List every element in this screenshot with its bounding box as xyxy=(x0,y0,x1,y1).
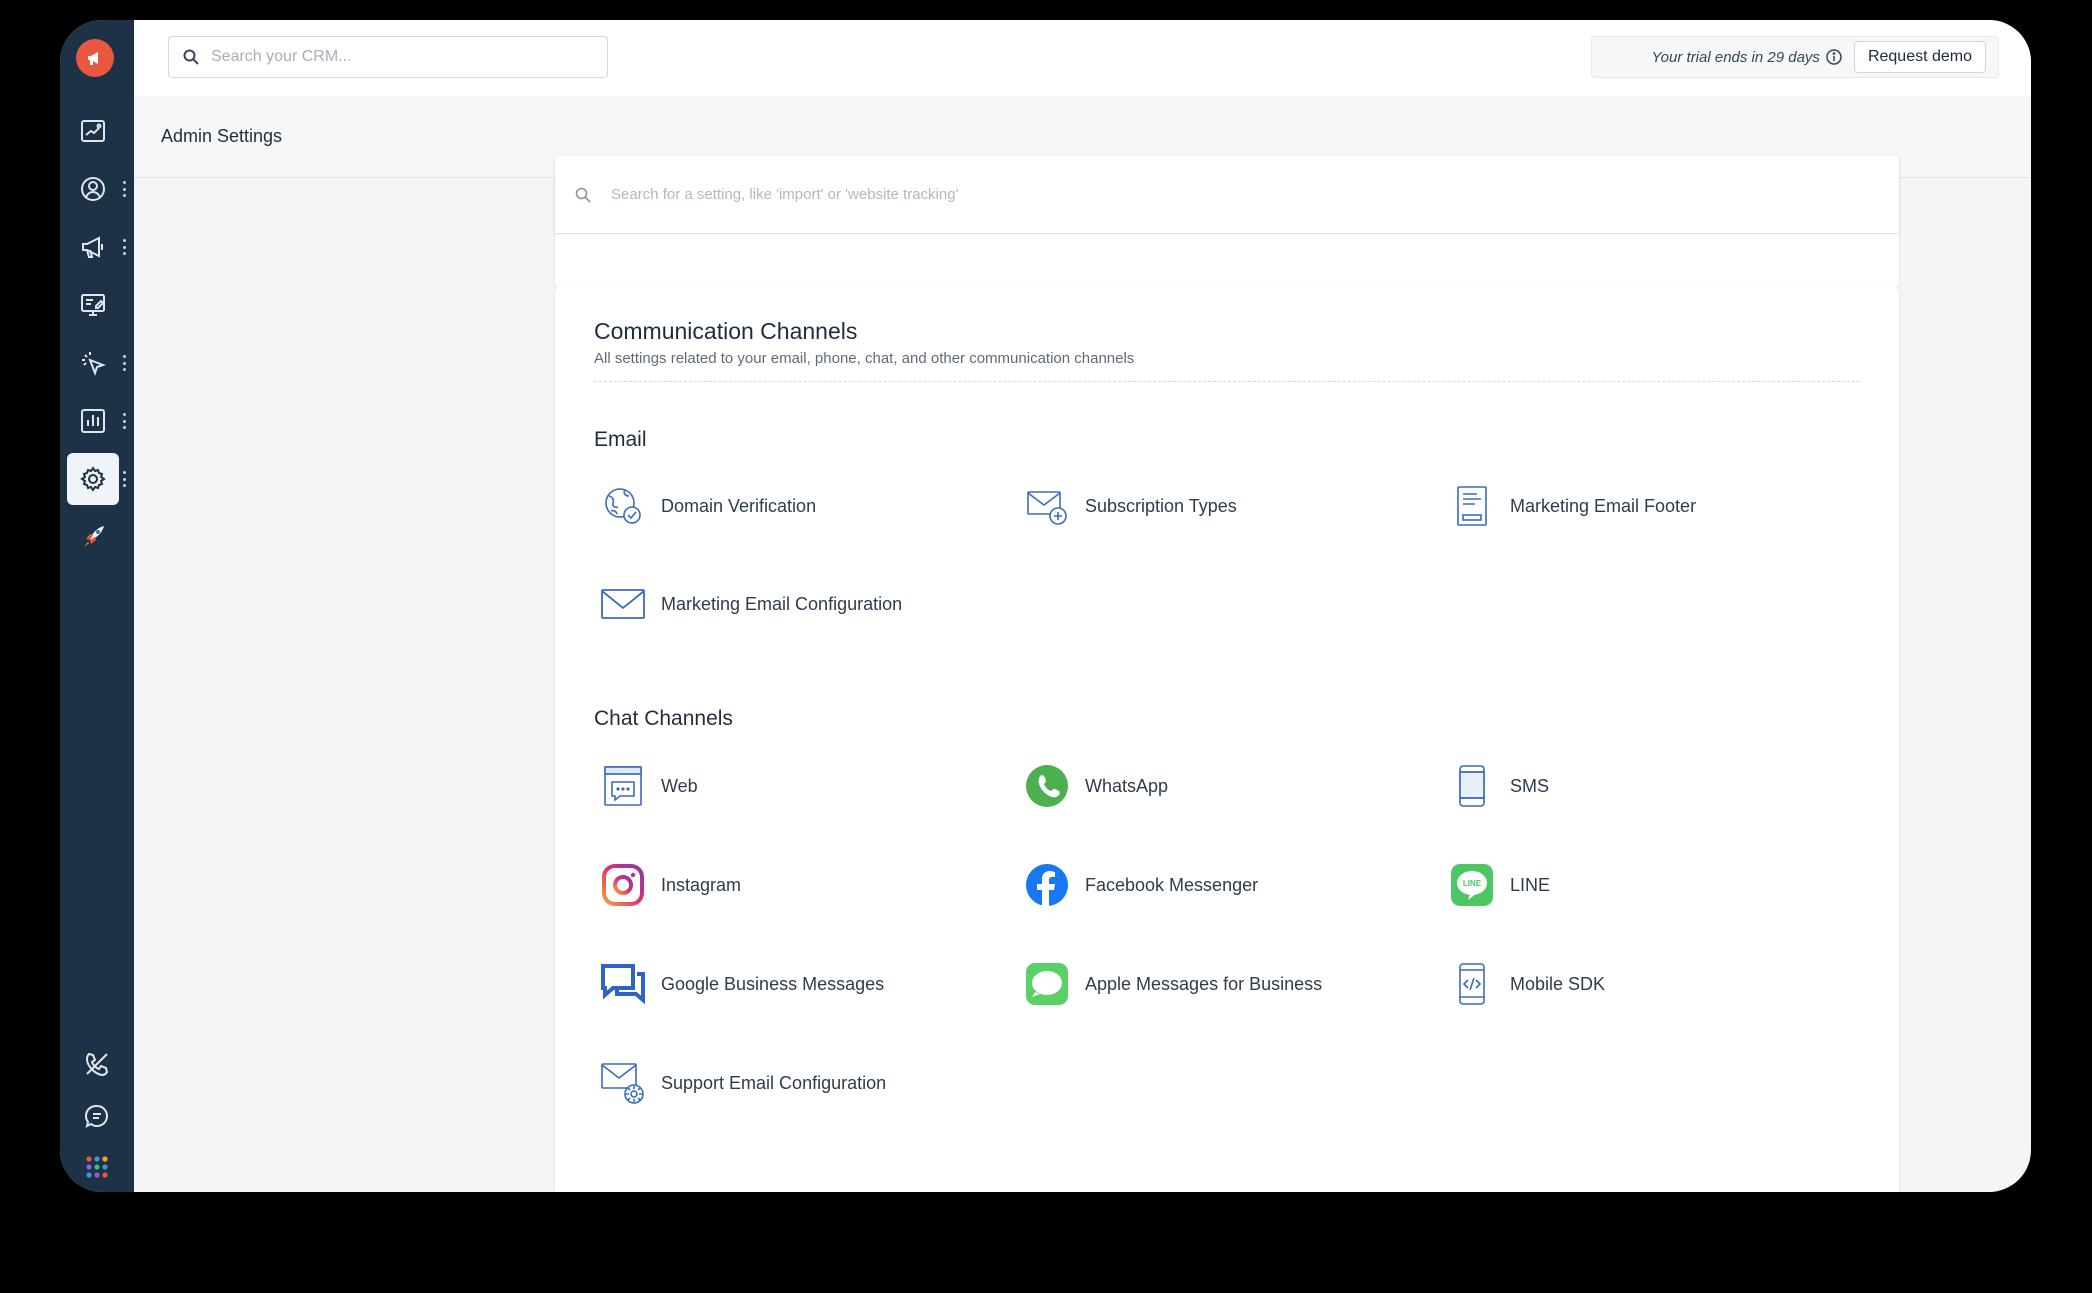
app-logo[interactable] xyxy=(76,39,114,77)
support-email-configuration-link[interactable]: Support Email Configuration xyxy=(599,1059,886,1107)
nav-settings[interactable] xyxy=(67,453,119,505)
app-window: Your trial ends in 29 days Request demo … xyxy=(60,20,2031,1192)
search-icon xyxy=(575,187,591,203)
nav-engagement[interactable] xyxy=(67,337,119,389)
reports-more-dots[interactable] xyxy=(122,413,126,429)
engagement-more-dots[interactable] xyxy=(122,355,126,371)
item-label: Support Email Configuration xyxy=(661,1072,887,1093)
line-badge-text: LINE xyxy=(1463,879,1482,888)
settings-search-panel xyxy=(555,156,1899,288)
crm-search-input[interactable] xyxy=(209,47,593,67)
web-chat-icon xyxy=(604,766,642,806)
nav-getting-started[interactable] xyxy=(67,511,119,563)
communication-channels-card: Communication Channels All settings rela… xyxy=(555,288,1899,1192)
line-icon: LINE xyxy=(1451,864,1493,906)
item-label: Domain Verification xyxy=(661,495,817,516)
trial-text: Your trial ends in 29 days xyxy=(1651,48,1820,66)
contacts-more-dots[interactable] xyxy=(122,181,126,197)
info-icon[interactable] xyxy=(1826,49,1842,65)
search-icon xyxy=(183,49,199,65)
sms-channel-link[interactable]: SMS xyxy=(1448,762,1549,810)
megaphone-icon xyxy=(82,236,103,258)
item-label: LINE xyxy=(1510,874,1551,895)
line-channel-link[interactable]: LINE LINE xyxy=(1448,861,1550,909)
marketing-email-footer-link[interactable]: Marketing Email Footer xyxy=(1448,482,1696,530)
monitor-edit-icon xyxy=(81,294,105,316)
item-label: Facebook Messenger xyxy=(1085,874,1259,895)
apple-messages-icon xyxy=(1026,963,1068,1005)
instagram-icon xyxy=(602,864,644,906)
settings-more-dots[interactable] xyxy=(122,471,126,487)
megaphone-logo-icon xyxy=(88,52,98,65)
chat-bubble-icon xyxy=(85,1104,108,1128)
subscription-types-icon xyxy=(1027,491,1067,525)
whatsapp-icon xyxy=(1026,765,1068,807)
domain-verification-icon xyxy=(605,488,641,524)
dashboard-icon xyxy=(81,120,105,142)
sidebar xyxy=(60,20,134,1192)
apps-grid-icon xyxy=(86,1156,108,1178)
contact-icon xyxy=(81,177,105,201)
phone-off-icon xyxy=(85,1052,109,1077)
nav-contacts[interactable] xyxy=(67,163,119,215)
web-channel-link[interactable]: Web xyxy=(599,762,698,810)
google-business-messages-icon xyxy=(601,964,645,1005)
nav-marketing[interactable] xyxy=(67,221,119,273)
email-heading: Email xyxy=(594,428,647,451)
instagram-channel-link[interactable]: Instagram xyxy=(599,861,741,909)
crm-search-box[interactable] xyxy=(168,36,608,78)
section-title: Communication Channels xyxy=(594,318,858,344)
sms-phone-icon xyxy=(1459,765,1485,807)
bar-chart-icon xyxy=(81,409,105,433)
settings-search-box[interactable] xyxy=(555,156,1899,234)
marketing-email-configuration-link[interactable]: Marketing Email Configuration xyxy=(599,580,902,628)
item-label: SMS xyxy=(1510,775,1550,796)
facebook-icon xyxy=(1026,864,1068,906)
rocket-icon xyxy=(84,526,104,547)
envelope-icon xyxy=(601,589,645,619)
nav-apps-grid[interactable] xyxy=(71,1141,123,1192)
mobile-sdk-link[interactable]: Mobile SDK xyxy=(1448,960,1605,1008)
subscription-types-link[interactable]: Subscription Types xyxy=(1023,482,1237,530)
gear-icon xyxy=(80,466,106,492)
support-email-config-icon xyxy=(601,1063,644,1104)
item-label: Subscription Types xyxy=(1085,495,1237,516)
whatsapp-channel-link[interactable]: WhatsApp xyxy=(1023,762,1168,810)
top-bar: Your trial ends in 29 days Request demo xyxy=(134,20,2031,97)
nav-reports[interactable] xyxy=(67,395,119,447)
item-label: Mobile SDK xyxy=(1510,973,1606,994)
cursor-click-icon xyxy=(82,352,106,376)
item-label: Marketing Email Configuration xyxy=(661,593,903,614)
mobile-sdk-icon xyxy=(1459,963,1485,1005)
section-subtitle: All settings related to your email, phon… xyxy=(594,350,1135,367)
item-label: Google Business Messages xyxy=(661,973,885,994)
google-business-messages-link[interactable]: Google Business Messages xyxy=(599,960,884,1008)
request-demo-button[interactable]: Request demo xyxy=(1853,41,1986,73)
trial-banner: Your trial ends in 29 days Request demo xyxy=(1591,36,1999,78)
chat-channels-heading: Chat Channels xyxy=(594,707,733,730)
item-label: Marketing Email Footer xyxy=(1510,495,1697,516)
nav-content[interactable] xyxy=(67,279,119,331)
apple-messages-for-business-link[interactable]: Apple Messages for Business xyxy=(1023,960,1322,1008)
page-title: Admin Settings xyxy=(161,126,283,146)
item-label: Instagram xyxy=(661,874,742,895)
settings-search-input[interactable] xyxy=(609,185,1813,204)
item-label: Apple Messages for Business xyxy=(1085,973,1323,994)
facebook-messenger-channel-link[interactable]: Facebook Messenger xyxy=(1023,861,1258,909)
section-divider xyxy=(594,381,1860,382)
item-label: Web xyxy=(661,775,698,796)
nav-phone[interactable] xyxy=(71,1038,123,1090)
marketing-more-dots[interactable] xyxy=(122,239,126,255)
item-label: WhatsApp xyxy=(1085,775,1169,796)
domain-verification-link[interactable]: Domain Verification xyxy=(599,482,816,530)
nav-chat[interactable] xyxy=(71,1090,123,1142)
nav-dashboard[interactable] xyxy=(67,105,119,157)
email-footer-icon xyxy=(1457,486,1487,526)
